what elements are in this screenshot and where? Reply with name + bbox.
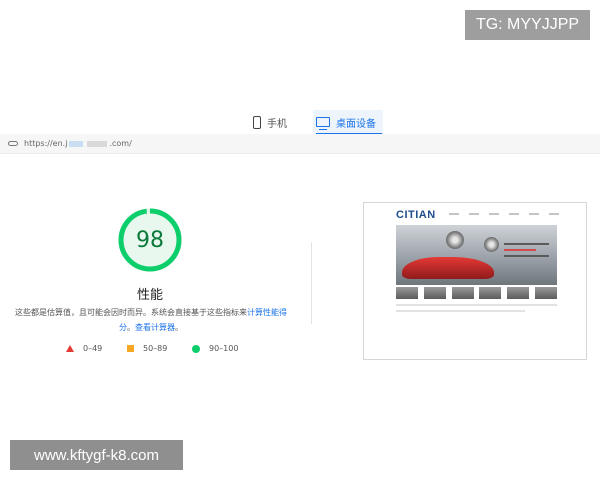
- url-bar: https://en.j .com/: [0, 134, 600, 154]
- performance-title: 性能: [136, 288, 163, 303]
- device-tabs: 手机 桌面设备: [0, 110, 600, 134]
- tg-watermark: TG: MYYJJPP: [465, 10, 590, 40]
- car-image: [402, 257, 494, 279]
- legend-fail: 0–49: [66, 344, 102, 353]
- score-legend: 0–49 50–89 90–100: [0, 344, 300, 356]
- legend-average-range: 50–89: [143, 344, 168, 353]
- section-divider: [311, 242, 312, 324]
- tab-mobile[interactable]: 手机: [253, 110, 287, 134]
- tab-mobile-label: 手机: [267, 118, 287, 130]
- performance-score: 98: [136, 227, 164, 253]
- hero-text-lines: [504, 243, 549, 261]
- url-suffix: .com/: [109, 139, 132, 148]
- site-logo: CITIAN: [396, 209, 436, 221]
- site-nav: [449, 213, 559, 217]
- link-icon: [8, 141, 18, 146]
- site-watermark: www.kftygf-k8.com: [10, 440, 183, 470]
- legend-average: 50–89: [127, 344, 167, 353]
- hero-banner: [396, 225, 557, 285]
- wheel-image: [484, 237, 499, 252]
- legend-pass-range: 90–100: [209, 344, 239, 353]
- view-calculator-link[interactable]: 查看计算器: [135, 323, 175, 332]
- footer-lines: [396, 304, 557, 316]
- desc-end: 。: [175, 323, 183, 332]
- redacted-block: [87, 140, 108, 147]
- redacted-block: [69, 140, 84, 147]
- monitor-icon: [316, 117, 330, 130]
- tab-desktop-label: 桌面设备: [336, 118, 376, 130]
- page-screenshot-thumbnail: CITIAN: [363, 202, 587, 360]
- url-prefix: https://en.j: [24, 139, 68, 148]
- orange-square-icon: [127, 345, 134, 352]
- legend-fail-range: 0–49: [83, 344, 103, 353]
- red-triangle-icon: [66, 345, 74, 352]
- desc-sep: 。: [127, 323, 135, 332]
- tab-desktop[interactable]: 桌面设备: [313, 110, 383, 134]
- wheel-image: [446, 231, 464, 249]
- phone-icon: [253, 115, 261, 129]
- performance-description: 这些都是估算值，且可能会因时而异。系统会直接基于这些指标来计算性能得分。查看计算…: [15, 305, 287, 335]
- desc-text: 这些都是估算值，且可能会因时而异。系统会直接基于这些指标来: [15, 308, 247, 317]
- legend-pass: 90–100: [192, 344, 238, 353]
- product-strip: [396, 287, 557, 299]
- green-circle-icon: [192, 344, 200, 353]
